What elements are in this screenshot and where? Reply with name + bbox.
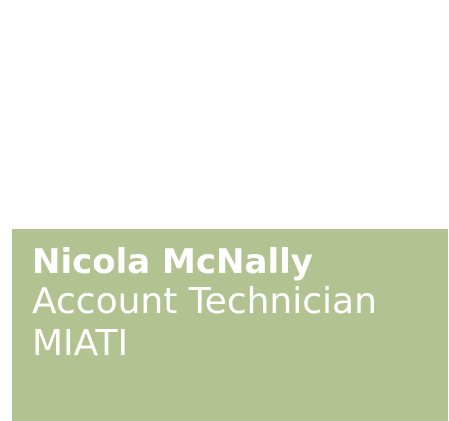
profile-role: Account Technician [32,280,377,322]
profile-card: Nicola McNally Account Technician MIATI [12,229,448,421]
profile-name: Nicola McNally [32,242,313,282]
page: Nicola McNally Account Technician MIATI [0,0,449,421]
profile-credential: MIATI [32,323,129,365]
